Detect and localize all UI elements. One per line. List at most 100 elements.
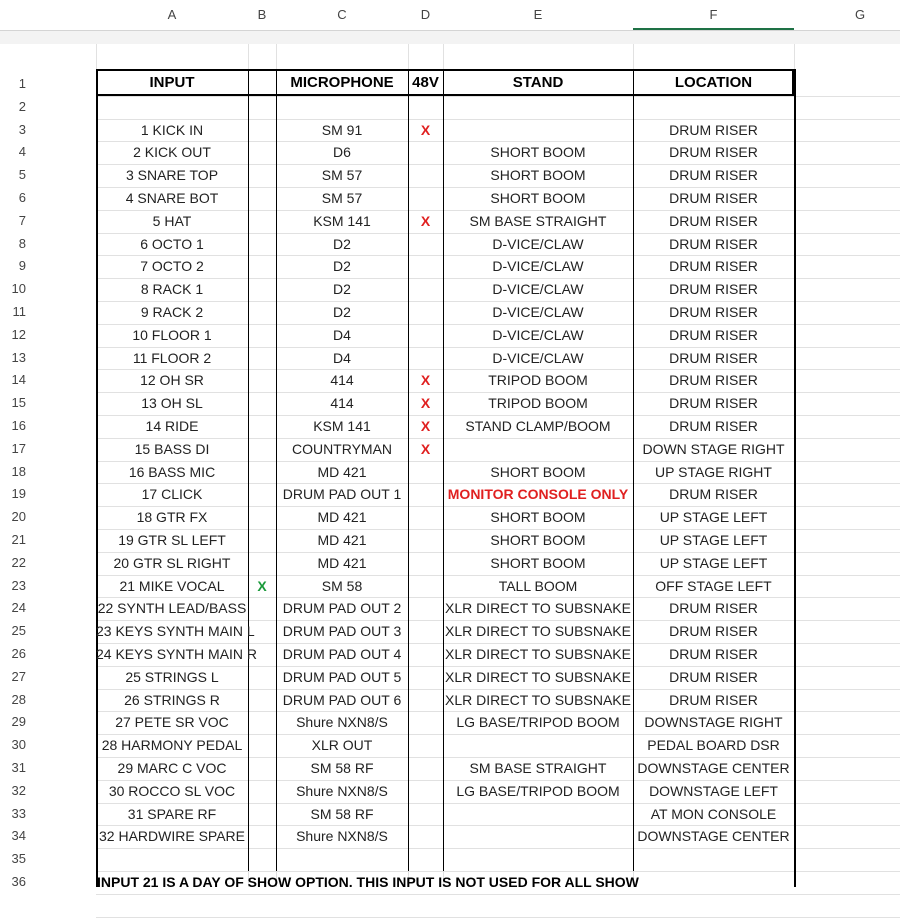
row-header-33[interactable]: 33 bbox=[0, 803, 26, 826]
cell-location[interactable]: DRUM RISER bbox=[633, 255, 794, 277]
cell-mic[interactable]: XLR OUT bbox=[276, 734, 408, 756]
row-header-16[interactable]: 16 bbox=[0, 415, 26, 438]
cell-stand[interactable]: XLR DIRECT TO SUBSNAKE bbox=[443, 689, 633, 711]
cell-b[interactable] bbox=[248, 347, 276, 369]
cell-location[interactable]: DRUM RISER bbox=[633, 483, 794, 505]
cell-mic[interactable]: MD 421 bbox=[276, 461, 408, 483]
row-header-9[interactable]: 9 bbox=[0, 255, 26, 278]
cell-v48[interactable] bbox=[408, 483, 443, 505]
cell-input[interactable]: 16 BASS MIC bbox=[96, 461, 248, 483]
cell-location[interactable]: DRUM RISER bbox=[633, 689, 794, 711]
cell-mic[interactable]: DRUM PAD OUT 1 bbox=[276, 483, 408, 505]
cell-input[interactable]: 17 CLICK bbox=[96, 483, 248, 505]
cell-stand[interactable]: D-VICE/CLAW bbox=[443, 278, 633, 300]
cell-location[interactable]: DOWNSTAGE CENTER bbox=[633, 757, 794, 779]
cell-stand[interactable]: D-VICE/CLAW bbox=[443, 324, 633, 346]
cell-mic[interactable]: D2 bbox=[276, 301, 408, 323]
header-b[interactable] bbox=[248, 69, 276, 96]
row-header-20[interactable]: 20 bbox=[0, 506, 26, 529]
cell-input[interactable]: 8 RACK 1 bbox=[96, 278, 248, 300]
cell-location[interactable]: DRUM RISER bbox=[633, 119, 794, 141]
cell-input[interactable]: 21 MIKE VOCAL bbox=[96, 575, 248, 597]
cell-location[interactable]: DRUM RISER bbox=[633, 666, 794, 688]
cell-stand[interactable]: SHORT BOOM bbox=[443, 529, 633, 551]
cell-mic[interactable]: DRUM PAD OUT 4 bbox=[276, 643, 408, 665]
cell-mic[interactable]: DRUM PAD OUT 3 bbox=[276, 620, 408, 642]
cell-v48[interactable] bbox=[408, 575, 443, 597]
row-header-10[interactable]: 10 bbox=[0, 278, 26, 301]
cell-location[interactable]: DRUM RISER bbox=[633, 597, 794, 619]
row-header-19[interactable]: 19 bbox=[0, 483, 26, 506]
cell-mic[interactable]: Shure NXN8/S bbox=[276, 780, 408, 802]
cell-location[interactable]: DOWNSTAGE RIGHT bbox=[633, 711, 794, 733]
column-header-g[interactable]: G bbox=[794, 0, 900, 30]
row-header-5[interactable]: 5 bbox=[0, 164, 26, 187]
cell-v48[interactable] bbox=[408, 301, 443, 323]
cell-v48[interactable] bbox=[408, 643, 443, 665]
cell-location[interactable]: DRUM RISER bbox=[633, 210, 794, 232]
cell-location[interactable]: DRUM RISER bbox=[633, 233, 794, 255]
cell-stand[interactable]: SHORT BOOM bbox=[443, 461, 633, 483]
cell-input[interactable]: 23 KEYS SYNTH MAIN L bbox=[96, 620, 255, 642]
cell-b[interactable] bbox=[248, 324, 276, 346]
cell-mic[interactable]: DRUM PAD OUT 5 bbox=[276, 666, 408, 688]
cell-b[interactable] bbox=[248, 438, 276, 460]
column-header-f[interactable]: F bbox=[633, 0, 794, 30]
cell-location[interactable]: DRUM RISER bbox=[633, 347, 794, 369]
cell-v48[interactable] bbox=[408, 141, 443, 163]
cell-stand[interactable]: SHORT BOOM bbox=[443, 506, 633, 528]
column-header-c[interactable]: C bbox=[276, 0, 408, 30]
cell-b[interactable] bbox=[248, 803, 276, 825]
row-header-21[interactable]: 21 bbox=[0, 529, 26, 552]
cell-stand[interactable]: SHORT BOOM bbox=[443, 187, 633, 209]
cell-location[interactable]: UP STAGE LEFT bbox=[633, 506, 794, 528]
row-header-35[interactable]: 35 bbox=[0, 848, 26, 871]
cell-v48[interactable] bbox=[408, 734, 443, 756]
cell-mic[interactable]: DRUM PAD OUT 2 bbox=[276, 597, 408, 619]
cell-input[interactable]: 10 FLOOR 1 bbox=[96, 324, 248, 346]
cell-location[interactable]: UP STAGE LEFT bbox=[633, 529, 794, 551]
header-stand[interactable]: STAND bbox=[443, 69, 633, 96]
cell-mic[interactable]: MD 421 bbox=[276, 529, 408, 551]
cell-stand[interactable]: LG BASE/TRIPOD BOOM bbox=[443, 711, 633, 733]
cell-mic[interactable]: SM 57 bbox=[276, 187, 408, 209]
cell-input[interactable]: 11 FLOOR 2 bbox=[96, 347, 248, 369]
column-header-b[interactable]: B bbox=[248, 0, 276, 30]
cell-input[interactable]: 12 OH SR bbox=[96, 369, 248, 391]
cell-stand[interactable]: D-VICE/CLAW bbox=[443, 301, 633, 323]
row-header-4[interactable]: 4 bbox=[0, 141, 26, 164]
header-input[interactable]: INPUT bbox=[96, 69, 248, 96]
cell-input[interactable]: 22 SYNTH LEAD/BASS bbox=[96, 597, 248, 619]
cell-b[interactable]: X bbox=[248, 575, 276, 597]
cell-input[interactable]: 20 GTR SL RIGHT bbox=[96, 552, 248, 574]
row-header-18[interactable]: 18 bbox=[0, 461, 26, 484]
cell-input[interactable]: 18 GTR FX bbox=[96, 506, 248, 528]
cell-mic[interactable]: Shure NXN8/S bbox=[276, 711, 408, 733]
row-header-26[interactable]: 26 bbox=[0, 643, 26, 666]
cell-stand[interactable]: TRIPOD BOOM bbox=[443, 369, 633, 391]
cell-v48[interactable] bbox=[408, 825, 443, 847]
row-header-22[interactable]: 22 bbox=[0, 552, 26, 575]
cell-v48[interactable] bbox=[408, 278, 443, 300]
row-header-36[interactable]: 36 bbox=[0, 871, 26, 894]
cell-location[interactable]: OFF STAGE LEFT bbox=[633, 575, 794, 597]
cell-b[interactable] bbox=[248, 689, 276, 711]
cell-mic[interactable]: SM 91 bbox=[276, 119, 408, 141]
cell-v48[interactable] bbox=[408, 233, 443, 255]
cell-location[interactable]: DRUM RISER bbox=[633, 164, 794, 186]
cell-v48[interactable]: X bbox=[408, 438, 443, 460]
cell-b[interactable] bbox=[248, 392, 276, 414]
cell-b[interactable] bbox=[248, 461, 276, 483]
cell-stand[interactable] bbox=[443, 438, 633, 460]
cell-location[interactable]: DRUM RISER bbox=[633, 369, 794, 391]
cell-stand[interactable]: TALL BOOM bbox=[443, 575, 633, 597]
cell-v48[interactable] bbox=[408, 324, 443, 346]
cell-stand[interactable]: SHORT BOOM bbox=[443, 141, 633, 163]
row-header-25[interactable]: 25 bbox=[0, 620, 26, 643]
cell-input[interactable]: 9 RACK 2 bbox=[96, 301, 248, 323]
cell-b[interactable] bbox=[248, 164, 276, 186]
row-header-14[interactable]: 14 bbox=[0, 369, 26, 392]
row-header-29[interactable]: 29 bbox=[0, 711, 26, 734]
cell-location[interactable]: DRUM RISER bbox=[633, 301, 794, 323]
cell-b[interactable] bbox=[248, 233, 276, 255]
